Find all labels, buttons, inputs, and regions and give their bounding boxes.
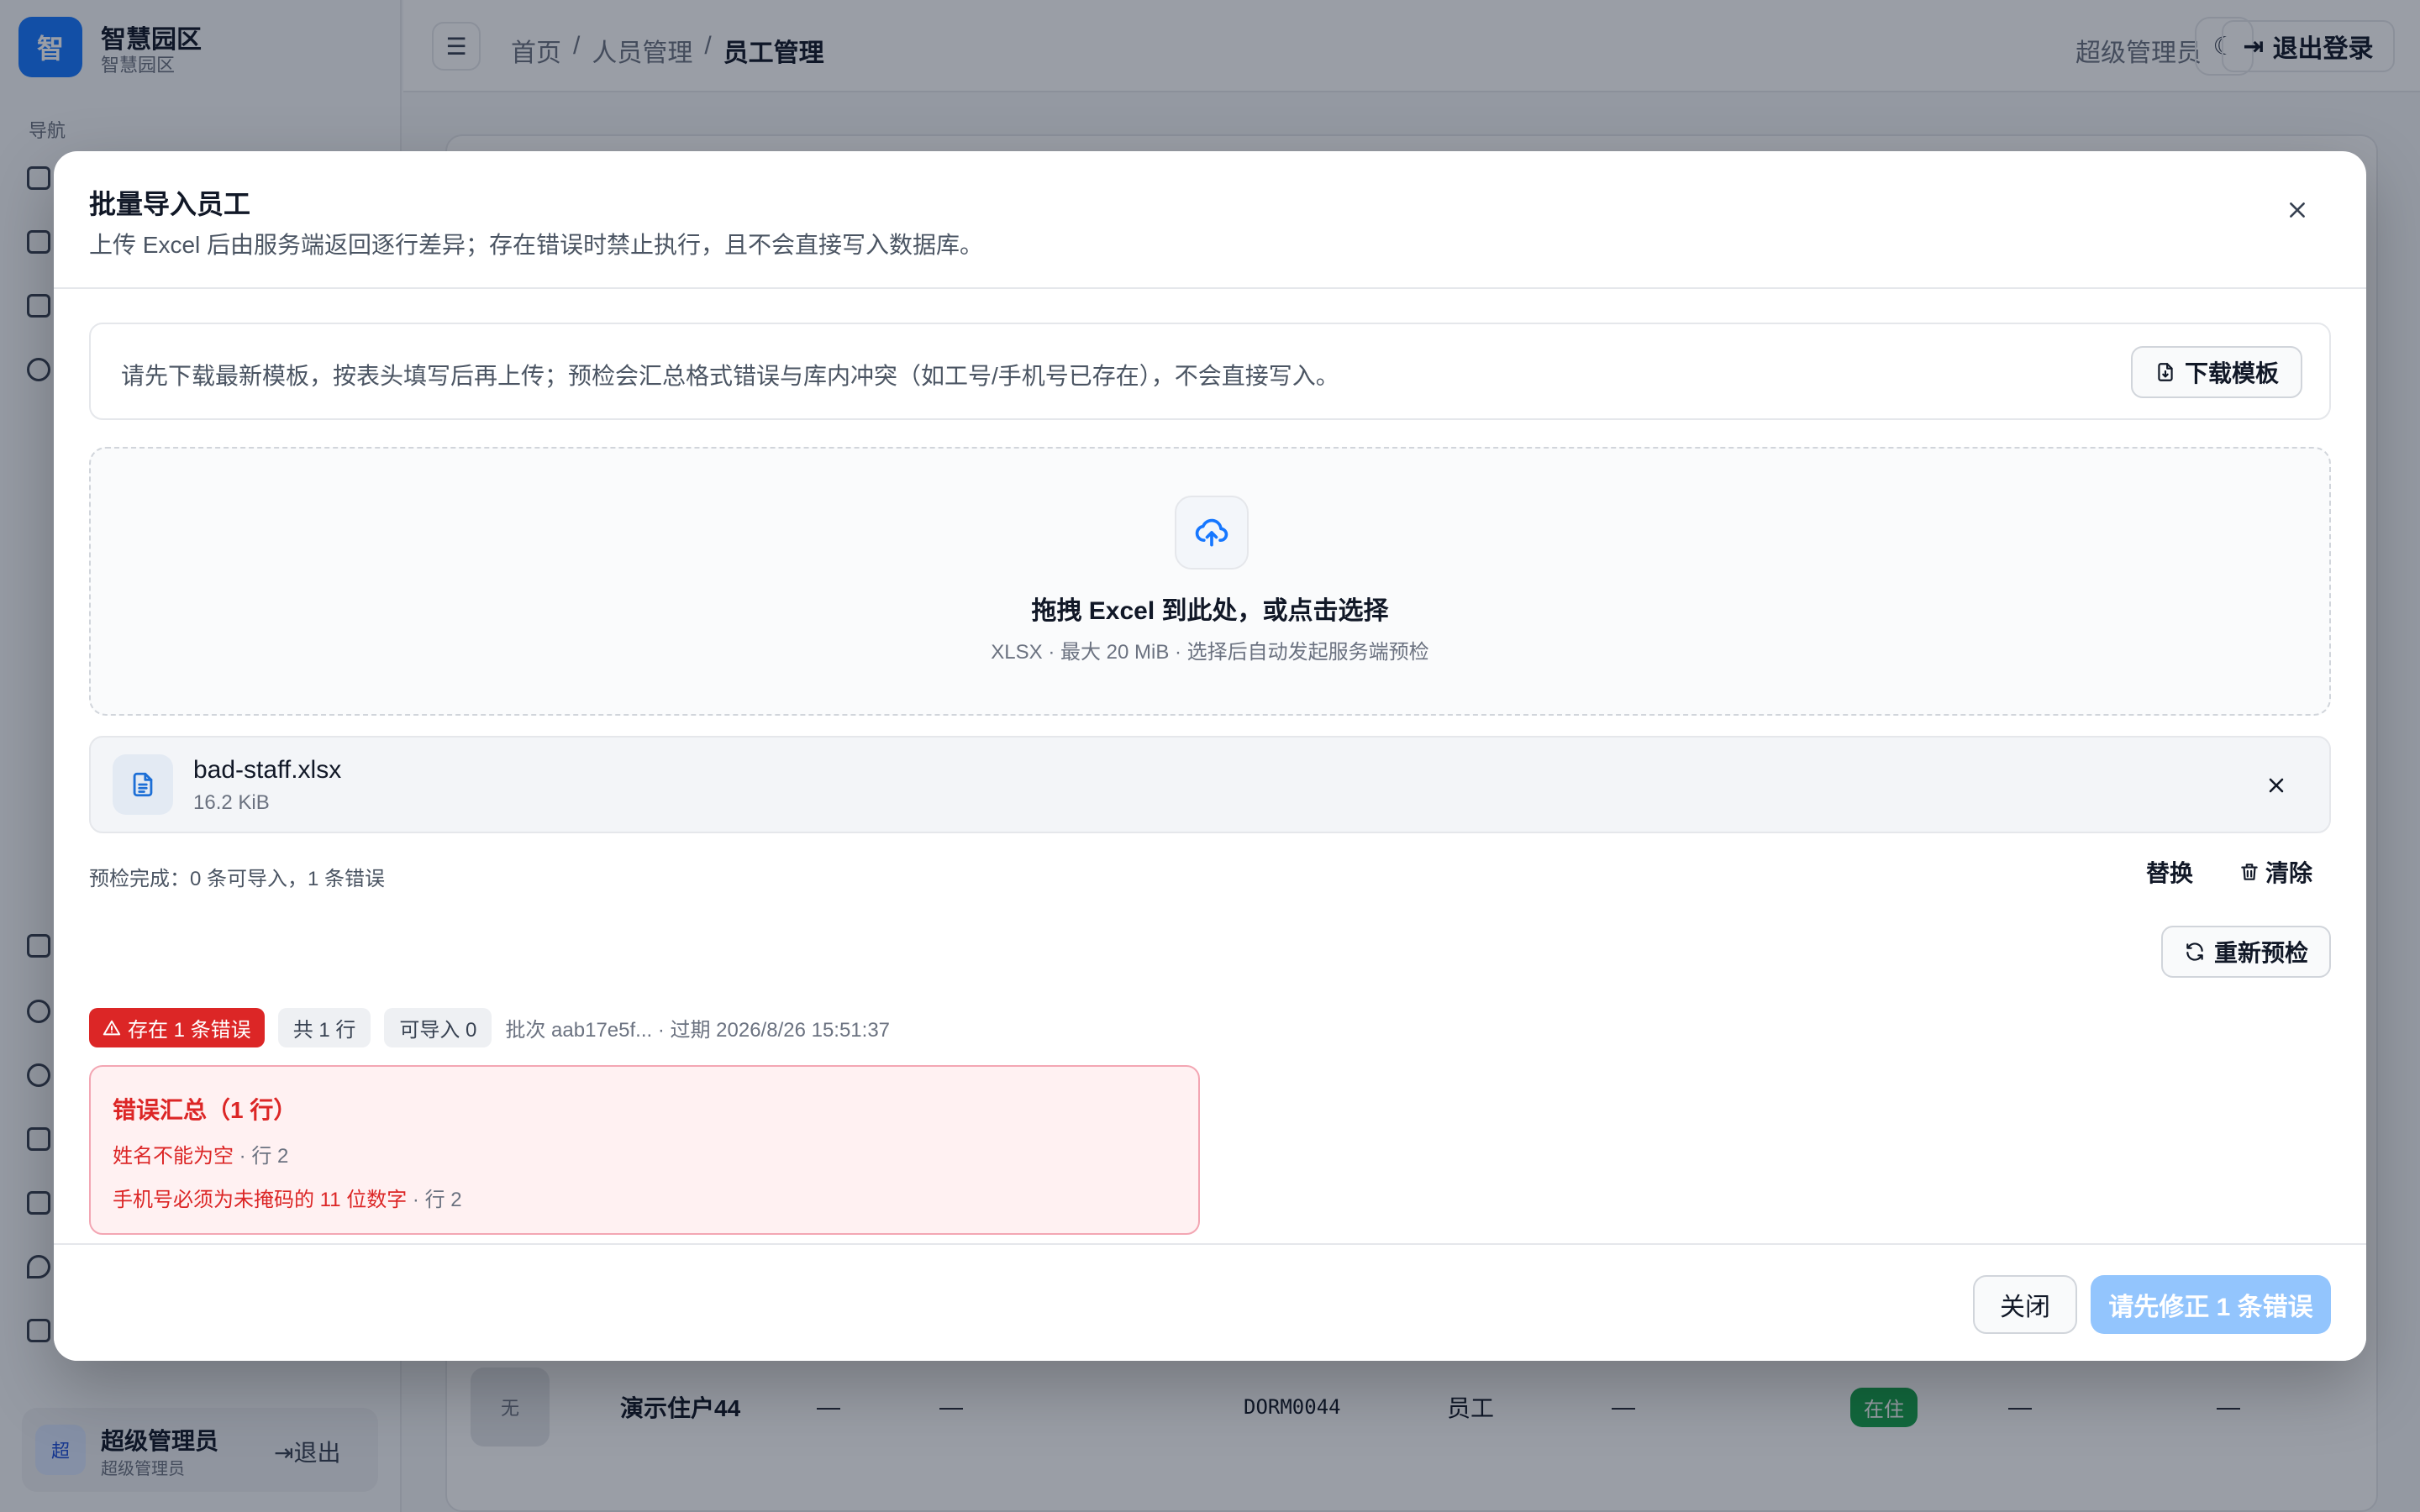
precheck-status: 预检完成：0 条可导入，1 条错误	[89, 868, 386, 890]
error-message: 姓名不能为空	[113, 1145, 234, 1168]
importable-badge: 可导入 0	[384, 1008, 492, 1047]
template-tip-panel: 请先下载最新模板，按表头填写后再上传；预检会汇总格式错误与库内冲突（如工号/手机…	[89, 323, 2331, 420]
clear-file-button[interactable]: 清除	[2238, 855, 2312, 889]
dialog-footer: 关闭 请先修正 1 条错误	[54, 1243, 2366, 1361]
error-row: · 行 2	[407, 1189, 462, 1211]
error-row: · 行 2	[234, 1145, 289, 1168]
file-dropzone[interactable]: 拖拽 Excel 到此处，或点击选择 XLSX · 最大 20 MiB · 选择…	[89, 447, 2331, 716]
close-button[interactable]: 关闭	[1973, 1275, 2077, 1334]
batch-info: 批次 aab17e5f... · 过期 2026/8/26 15:51:37	[505, 1019, 891, 1042]
file-name: bad-staff.xlsx	[193, 756, 342, 784]
warning-icon	[103, 1020, 121, 1035]
import-staff-dialog: 批量导入员工 上传 Excel 后由服务端返回逐行差异；存在错误时禁止执行，且不…	[54, 151, 2366, 1361]
error-summary-panel: 错误汇总（1 行） 姓名不能为空 · 行 2 手机号必须为未掩码的 11 位数字…	[89, 1065, 1200, 1235]
dropzone-subtitle: XLSX · 最大 20 MiB · 选择后自动发起服务端预检	[991, 641, 1429, 664]
error-message: 手机号必须为未掩码的 11 位数字	[113, 1189, 408, 1211]
recheck-label: 重新预检	[2213, 940, 2308, 966]
spreadsheet-file-icon	[133, 772, 153, 797]
trash-icon	[2241, 864, 2258, 880]
error-count-badge: 存在 1 条错误	[89, 1008, 265, 1047]
close-icon	[2290, 202, 2305, 218]
recheck-button[interactable]: 重新预检	[2161, 926, 2331, 978]
error-item: 手机号必须为未掩码的 11 位数字 · 行 2	[113, 1183, 462, 1212]
error-item: 姓名不能为空 · 行 2	[113, 1139, 288, 1168]
total-rows-badge: 共 1 行	[277, 1008, 371, 1047]
file-icon-box	[113, 754, 173, 815]
replace-file-button[interactable]: 替换	[2146, 855, 2193, 889]
error-summary-title: 错误汇总（1 行）	[113, 1097, 297, 1123]
download-template-label: 下载模板	[2184, 360, 2279, 386]
dialog-close-button[interactable]	[2275, 188, 2319, 232]
dialog-title: 批量导入员工	[89, 189, 251, 219]
dropzone-title: 拖拽 Excel 到此处，或点击选择	[1031, 597, 1389, 625]
error-count-label: 存在 1 条错误	[128, 1019, 251, 1042]
upload-icon-box	[1175, 496, 1249, 570]
file-size: 16.2 KiB	[193, 791, 270, 814]
close-icon	[2269, 778, 2284, 793]
remove-file-button[interactable]	[2259, 768, 2294, 803]
clear-label: 清除	[2265, 860, 2313, 886]
selected-file-card: bad-staff.xlsx 16.2 KiB	[89, 736, 2331, 833]
download-template-button[interactable]: 下载模板	[2131, 346, 2302, 398]
file-download-icon	[2158, 363, 2173, 381]
dialog-description: 上传 Excel 后由服务端返回逐行差异；存在错误时禁止执行，且不会直接写入数据…	[89, 232, 984, 258]
submit-import-button-disabled[interactable]: 请先修正 1 条错误	[2091, 1275, 2331, 1334]
precheck-badges: 存在 1 条错误 共 1 行 可导入 0 批次 aab17e5f... · 过期…	[89, 1008, 890, 1047]
cloud-upload-icon	[1195, 518, 1228, 547]
template-tip-text: 请先下载最新模板，按表头填写后再上传；预检会汇总格式错误与库内冲突（如工号/手机…	[121, 363, 1339, 389]
dialog-header: 批量导入员工 上传 Excel 后由服务端返回逐行差异；存在错误时禁止执行，且不…	[54, 151, 2366, 289]
refresh-icon	[2186, 942, 2203, 961]
